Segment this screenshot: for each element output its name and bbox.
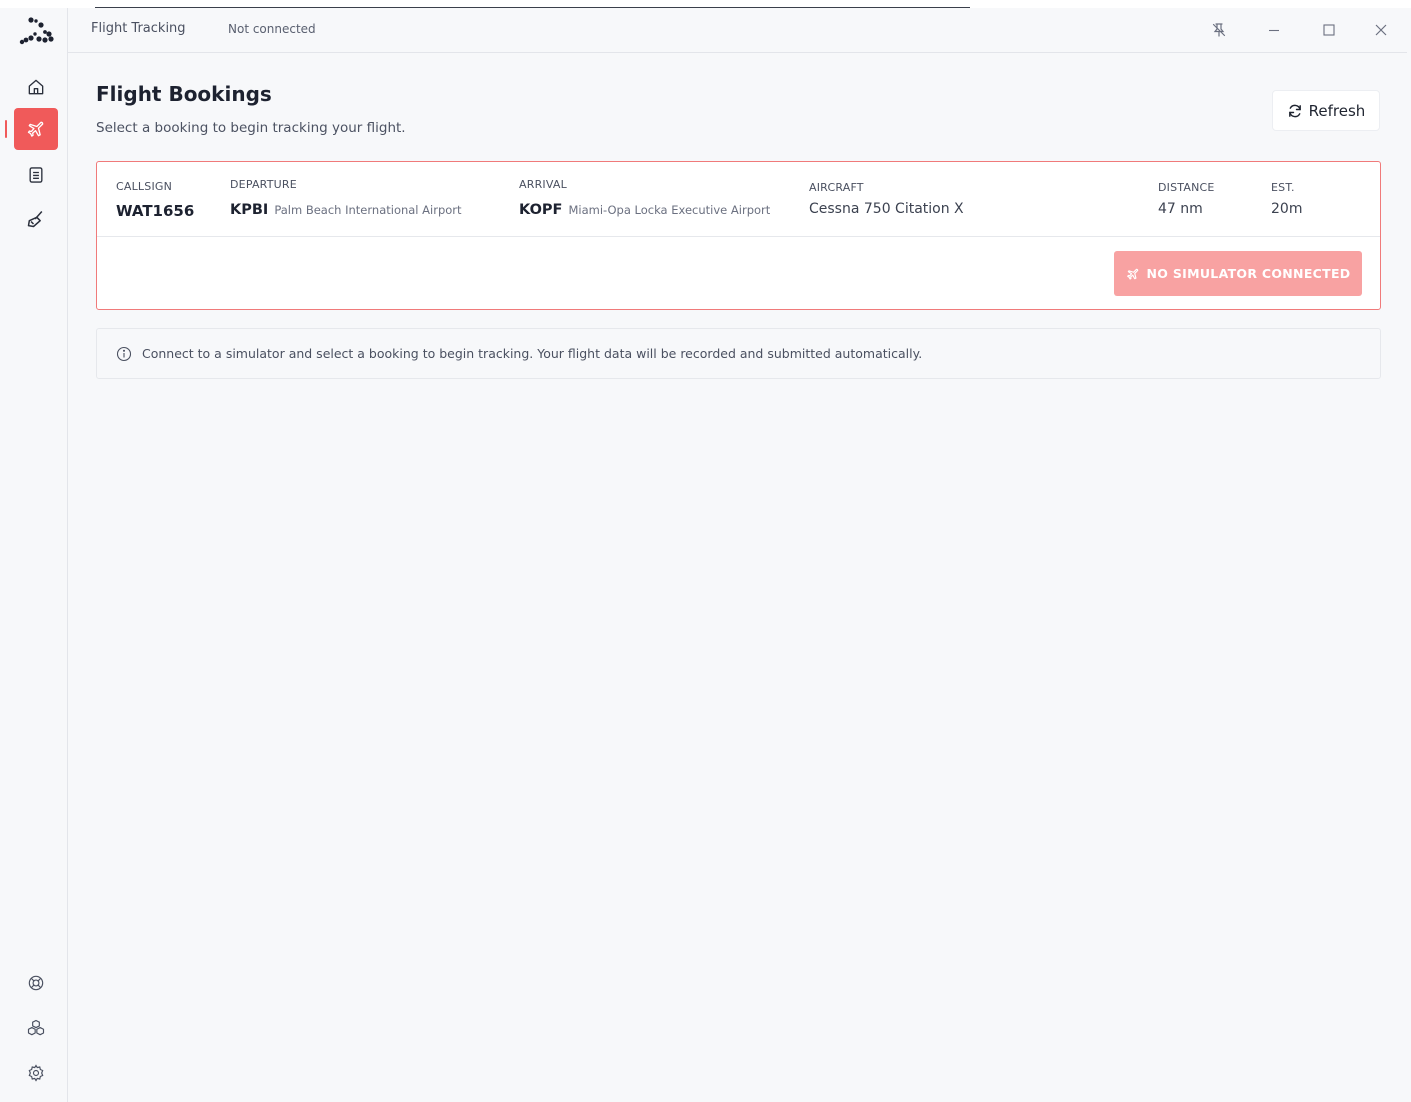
close-icon xyxy=(1375,24,1387,36)
unpin-button[interactable] xyxy=(1209,20,1229,40)
page-title: Flight Bookings xyxy=(96,82,272,106)
gear-icon xyxy=(28,1064,44,1082)
close-button[interactable] xyxy=(1371,20,1391,40)
sidebar-item-flights[interactable] xyxy=(14,108,58,150)
refresh-icon xyxy=(1288,104,1301,117)
aircraft-label: AIRCRAFT xyxy=(809,181,864,194)
sidebar-item-home[interactable] xyxy=(14,66,58,108)
info-icon xyxy=(116,346,132,361)
departure-airport-name: Palm Beach International Airport xyxy=(274,203,462,217)
page-subtitle: Select a booking to begin tracking your … xyxy=(96,120,406,136)
app-logo-icon[interactable] xyxy=(14,12,58,50)
sidebar-item-logbook[interactable] xyxy=(14,154,58,196)
active-indicator xyxy=(5,120,7,138)
home-icon xyxy=(28,79,44,95)
minimize-icon xyxy=(1269,29,1279,32)
window-top-strip xyxy=(0,0,1411,8)
plane-icon xyxy=(1126,268,1138,280)
window-title: Flight Tracking xyxy=(91,21,186,36)
info-message: Connect to a simulator and select a book… xyxy=(142,346,923,361)
est-label: EST. xyxy=(1271,181,1295,194)
brush-icon xyxy=(27,211,43,228)
sidebar-item-help[interactable] xyxy=(14,962,58,1004)
info-banner: Connect to a simulator and select a book… xyxy=(96,328,1381,379)
distance-label: DISTANCE xyxy=(1158,181,1215,194)
minimize-button[interactable] xyxy=(1264,20,1284,40)
maximize-button[interactable] xyxy=(1319,20,1339,40)
booking-card[interactable]: CALLSIGN WAT1656 DEPARTURE KPBI Palm Beac… xyxy=(96,161,1381,310)
sidebar-item-tools[interactable] xyxy=(14,198,58,240)
sidebar xyxy=(4,8,68,1102)
title-bar: Flight Tracking Not connected xyxy=(68,8,1407,53)
departure-value: KPBI Palm Beach International Airport xyxy=(230,202,462,218)
refresh-label: Refresh xyxy=(1308,101,1366,120)
departure-label: DEPARTURE xyxy=(230,178,297,191)
card-divider xyxy=(97,236,1380,237)
arrival-label: ARRIVAL xyxy=(519,178,567,191)
callsign-value: WAT1656 xyxy=(116,202,195,220)
callsign-label: CALLSIGN xyxy=(116,180,173,193)
notebook-icon xyxy=(29,167,43,183)
arrival-code: KOPF xyxy=(519,202,563,218)
arrival-value: KOPF Miami-Opa Locka Executive Airport xyxy=(519,202,770,218)
aircraft-value: Cessna 750 Citation X xyxy=(809,201,964,217)
plane-icon xyxy=(27,121,44,137)
departure-code: KPBI xyxy=(230,202,269,218)
no-simulator-label: NO SIMULATOR CONNECTED xyxy=(1146,266,1351,281)
no-simulator-button[interactable]: NO SIMULATOR CONNECTED xyxy=(1114,251,1362,296)
sidebar-item-settings[interactable] xyxy=(14,1052,58,1094)
boxes-icon xyxy=(27,1019,45,1036)
est-value: 20m xyxy=(1271,201,1303,217)
refresh-button[interactable]: Refresh xyxy=(1272,90,1380,131)
app-window: Flight Tracking Not connected Flight Boo… xyxy=(4,8,1407,1102)
distance-value: 47 nm xyxy=(1158,201,1203,217)
arrival-airport-name: Miami-Opa Locka Executive Airport xyxy=(568,203,771,217)
maximize-icon xyxy=(1323,24,1335,36)
pin-off-icon xyxy=(1212,23,1226,37)
sidebar-item-addons[interactable] xyxy=(14,1007,58,1049)
lifebuoy-icon xyxy=(28,975,44,991)
main-content: Flight Bookings Select a booking to begi… xyxy=(68,53,1407,1102)
connection-status: Not connected xyxy=(228,22,316,36)
